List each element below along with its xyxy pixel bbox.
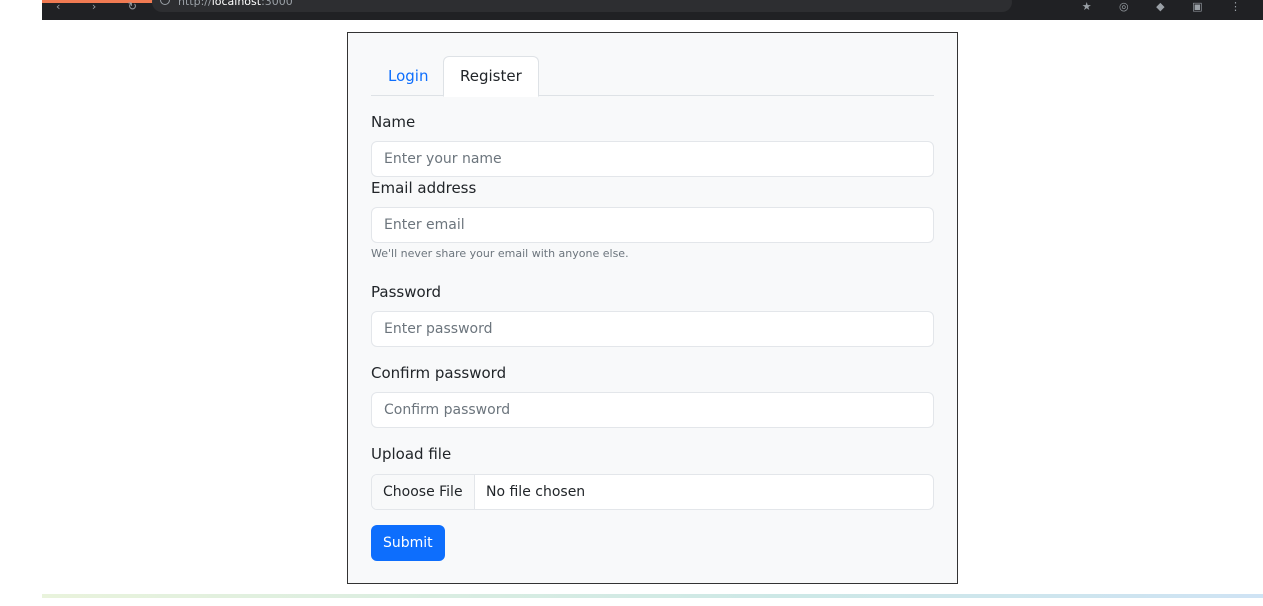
address-bar[interactable]: http://localhost:3000 [152,0,1012,12]
email-help-text: We'll never share your email with anyone… [371,247,629,260]
url-prefix: http:// [178,0,212,8]
name-label: Name [371,113,416,131]
auth-card: Login Register Name Email address We'll … [347,32,958,584]
file-status-text: No file chosen [486,484,586,500]
tab-login[interactable]: Login [371,56,445,96]
password-label: Password [371,283,442,301]
upload-file-label: Upload file [371,445,452,463]
site-info-icon[interactable] [160,0,170,5]
bottom-gradient-strip [42,594,1263,598]
name-input[interactable] [371,141,934,177]
email-label: Email address [371,179,477,197]
browser-nav-icons[interactable]: ‹ › ↻ [56,1,151,13]
url-port: :3000 [261,0,293,8]
auth-tabs: Login Register [371,56,934,97]
browser-extension-icons[interactable]: ★ ◎ ◆ ▣ ⋮ [1082,1,1253,13]
confirm-password-label: Confirm password [371,364,507,382]
submit-button[interactable]: Submit [371,525,445,561]
file-input[interactable]: Choose File No file chosen [371,474,934,510]
url-host: localhost [211,0,262,8]
email-input[interactable] [371,207,934,243]
browser-toolbar: ‹ › ↻ http://localhost:3000 ★ ◎ ◆ ▣ ⋮ [42,0,1263,20]
choose-file-button[interactable]: Choose File [372,475,475,509]
confirm-password-input[interactable] [371,392,934,428]
password-input[interactable] [371,311,934,347]
tab-register[interactable]: Register [443,56,539,97]
